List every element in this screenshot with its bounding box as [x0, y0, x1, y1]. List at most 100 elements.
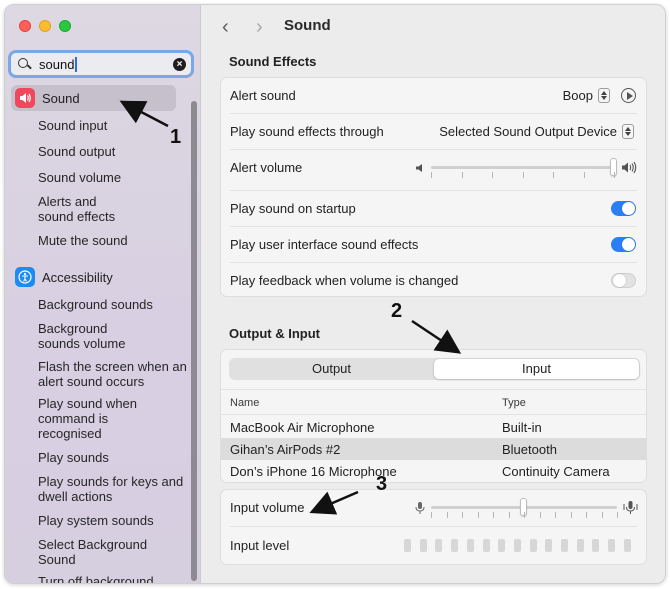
- sound-effects-card: Alert sound Boop Play sound effects thro…: [220, 77, 647, 297]
- sidebar-subitem-play-sounds[interactable]: Play sounds: [38, 450, 188, 465]
- table-row[interactable]: Gihan’s AirPods #2 Bluetooth: [221, 438, 646, 460]
- search-value[interactable]: sound: [39, 57, 74, 72]
- slider-tick: [522, 172, 524, 178]
- zoom-window-button[interactable]: [59, 20, 71, 32]
- play-through-label: Play sound effects through: [230, 124, 384, 139]
- toggle-knob: [613, 274, 626, 287]
- level-meter-bar: [498, 539, 506, 552]
- sidebar-subitem-sound-volume[interactable]: Sound volume: [38, 170, 188, 185]
- slider-tick: [462, 512, 463, 518]
- annotation-number-2: 2: [391, 300, 403, 322]
- sidebar-subitem-background-volume[interactable]: Background sounds volume: [38, 321, 138, 351]
- input-volume-row: Input volume: [221, 490, 646, 525]
- speaker-icon: [15, 88, 35, 108]
- devices-card: Output Input Name Type MacBook Air Micro…: [220, 349, 647, 483]
- slider-tick: [524, 512, 525, 518]
- level-meter-bar: [435, 539, 443, 552]
- input-level-label: Input level: [230, 538, 290, 553]
- sidebar-subitem-select-background[interactable]: Select Background Sound: [38, 537, 158, 567]
- sidebar-scrollbar[interactable]: [191, 101, 197, 581]
- slider-tick: [601, 512, 603, 518]
- divider: [221, 389, 646, 390]
- feedback-row: Play feedback when volume is changed: [221, 263, 646, 298]
- microphone-high-icon: [623, 501, 638, 514]
- divider: [230, 526, 637, 527]
- level-meter-bar: [419, 539, 427, 552]
- microphone-low-icon: [415, 502, 425, 514]
- sidebar-subitem-system-sounds[interactable]: Play system sounds: [38, 513, 188, 528]
- back-chevron-icon[interactable]: ‹: [222, 17, 229, 37]
- sidebar-subitem-keys-dwell[interactable]: Play sounds for keys and dwell actions: [38, 474, 188, 504]
- slider-tick: [570, 512, 572, 518]
- slider-tick: [555, 512, 556, 518]
- tab-output[interactable]: Output: [229, 358, 434, 380]
- input-level-row: Input level: [221, 528, 646, 563]
- level-meter-bar: [608, 539, 616, 552]
- sidebar-subitem-command-sound[interactable]: Play sound when command is recognised: [38, 396, 138, 441]
- alert-sound-row: Alert sound Boop: [221, 78, 646, 113]
- ui-effects-row: Play user interface sound effects: [221, 227, 646, 262]
- alert-sound-value: Boop: [562, 88, 593, 103]
- level-meter-bar: [451, 539, 459, 552]
- clear-search-icon[interactable]: ×: [173, 58, 186, 71]
- slider-tick: [461, 172, 463, 178]
- annotation-number-3: 3: [376, 473, 388, 495]
- annotation-number-1: 1: [170, 126, 182, 148]
- minimize-window-button[interactable]: [39, 20, 51, 32]
- device-name: Gihan’s AirPods #2: [230, 441, 341, 457]
- ui-effects-toggle[interactable]: [611, 237, 636, 252]
- feedback-toggle[interactable]: [611, 273, 636, 288]
- slider-tick: [477, 512, 479, 518]
- slider-tick: [493, 512, 494, 518]
- slider-tick: [431, 172, 432, 178]
- sidebar-subitem-mute[interactable]: Mute the sound: [38, 233, 188, 248]
- tab-input[interactable]: Input: [434, 359, 639, 379]
- play-through-popup[interactable]: Selected Sound Output Device: [439, 124, 634, 139]
- close-window-button[interactable]: [19, 20, 31, 32]
- sidebar-subitem-sound-output[interactable]: Sound output: [38, 144, 188, 159]
- sidebar-item-label: Accessibility: [42, 269, 113, 285]
- table-row[interactable]: Don’s iPhone 16 Microphone Continuity Ca…: [221, 460, 646, 482]
- sidebar-subitem-sound-input[interactable]: Sound input: [38, 118, 188, 133]
- search-input[interactable]: sound ×: [8, 50, 194, 78]
- slider-tick: [539, 512, 541, 518]
- accessibility-icon: [15, 267, 35, 287]
- forward-chevron-icon[interactable]: ›: [256, 17, 263, 37]
- level-meter-bar: [623, 539, 631, 552]
- slider-tick: [614, 172, 615, 178]
- output-input-segmented-control[interactable]: Output Input: [229, 358, 640, 380]
- slider-tick: [553, 172, 554, 178]
- sidebar-subitem-background-sounds[interactable]: Background sounds: [38, 297, 188, 312]
- section-title-output-input: Output & Input: [229, 326, 320, 341]
- startup-sound-toggle[interactable]: [611, 201, 636, 216]
- page-title: Sound: [284, 17, 331, 34]
- device-type: Built-in: [502, 419, 542, 435]
- sidebar-item-accessibility[interactable]: Accessibility: [11, 264, 176, 290]
- level-meter-bar: [592, 539, 600, 552]
- alert-volume-label: Alert volume: [230, 160, 303, 175]
- input-volume-label: Input volume: [230, 500, 305, 515]
- sidebar-item-sound[interactable]: Sound: [11, 85, 176, 111]
- play-through-row: Play sound effects through Selected Soun…: [221, 114, 646, 149]
- slider-tick: [446, 512, 448, 518]
- sidebar-subitem-turn-off-background[interactable]: Turn off background: [38, 574, 188, 583]
- sidebar-subitem-alerts[interactable]: Alerts and sound effects: [38, 194, 128, 224]
- main-pane: ‹ › Sound Sound Effects Alert sound Boop…: [202, 5, 665, 583]
- slider-tick: [617, 512, 618, 518]
- slider-tick: [508, 512, 510, 518]
- alert-sound-popup[interactable]: Boop: [563, 88, 610, 103]
- play-through-value: Selected Sound Output Device: [439, 124, 617, 139]
- alert-sound-label: Alert sound: [230, 88, 296, 103]
- table-row[interactable]: MacBook Air Microphone Built-in: [221, 416, 646, 438]
- toggle-knob: [622, 238, 635, 251]
- sidebar-subitem-flash-screen[interactable]: Flash the screen when an alert sound occ…: [38, 359, 188, 389]
- level-meter-bar: [561, 539, 568, 552]
- ui-effects-label: Play user interface sound effects: [230, 237, 419, 252]
- feedback-label: Play feedback when volume is changed: [230, 273, 459, 288]
- play-icon[interactable]: [621, 88, 636, 103]
- slider-tick: [431, 512, 432, 518]
- divider: [221, 414, 646, 415]
- slider-tick: [492, 172, 493, 178]
- column-header-name: Name: [230, 397, 260, 409]
- alert-volume-slider[interactable]: [431, 166, 614, 169]
